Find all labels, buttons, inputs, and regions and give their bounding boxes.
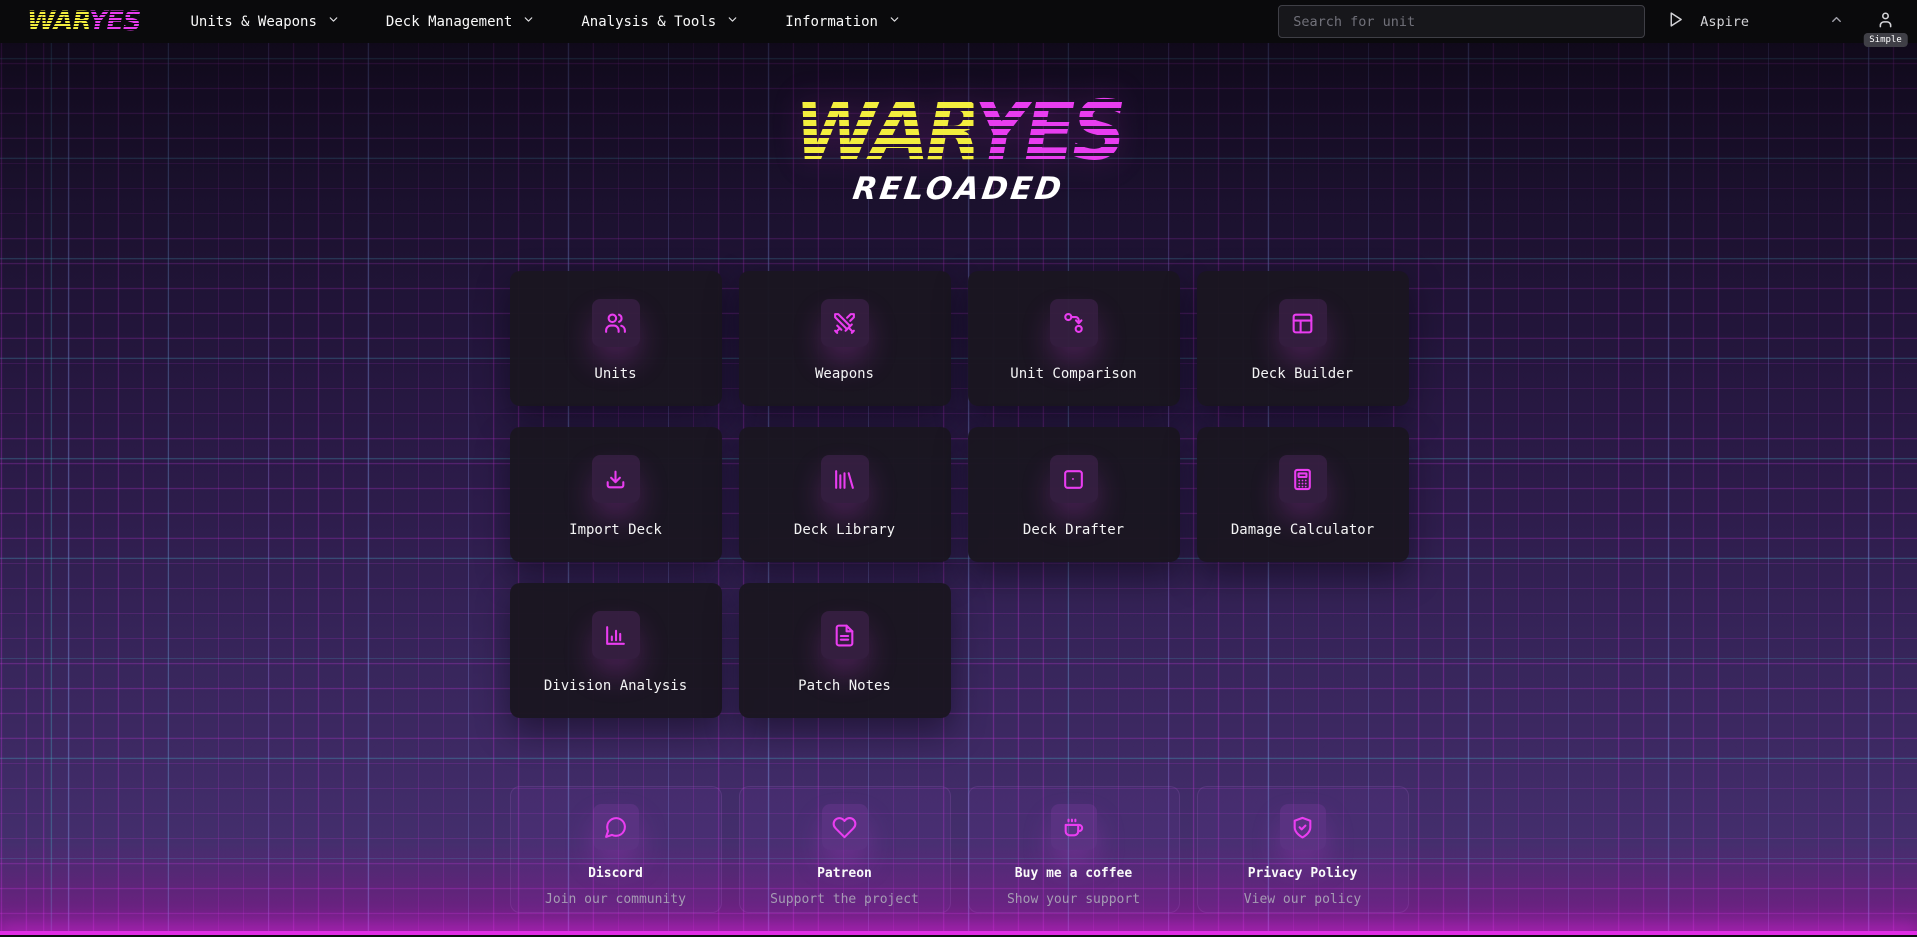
hero: WARYES RELOADED [0, 101, 1917, 207]
link-subtitle: Support the project [770, 892, 919, 907]
card-icon-box [821, 299, 869, 347]
link-icon-box [822, 804, 868, 850]
card-label: Unit Comparison [1010, 366, 1136, 382]
card-units[interactable]: Units [510, 271, 722, 406]
main-menu: Units & Weapons Deck Management Analysis… [190, 13, 900, 30]
menu-information[interactable]: Information [785, 13, 901, 30]
card-label: Deck Library [794, 522, 895, 538]
user-icon [1876, 10, 1895, 33]
tools-grid: Units Weapons Unit Comparison Deck Build… [510, 271, 1408, 718]
card-label: Deck Drafter [1023, 522, 1124, 538]
card-label: Deck Builder [1252, 366, 1353, 382]
chevron-down-icon [726, 13, 739, 30]
link-subtitle: Show your support [1007, 892, 1140, 907]
card-icon-box [592, 611, 640, 659]
navbar: WARYES Units & Weapons Deck Management A… [0, 0, 1917, 43]
card-icon-box [1279, 299, 1327, 347]
menu-analysis-tools[interactable]: Analysis & Tools [581, 13, 739, 30]
link-subtitle: Join our community [545, 892, 686, 907]
link-title: Buy me a coffee [1015, 866, 1132, 881]
menu-label: Information [785, 14, 878, 30]
speech-bubble-icon [603, 815, 628, 840]
layout-table-icon [1290, 311, 1315, 336]
card-label: Weapons [815, 366, 874, 382]
search-input[interactable] [1278, 5, 1645, 38]
link-title: Privacy Policy [1248, 866, 1358, 881]
card-icon-box [821, 455, 869, 503]
heart-icon [832, 815, 857, 840]
hero-logo: WARYES [794, 101, 1122, 163]
card-label: Units [594, 366, 636, 382]
bar-chart-icon [603, 623, 628, 648]
card-deck-library[interactable]: Deck Library [739, 427, 951, 562]
link-icon-box [593, 804, 639, 850]
git-compare-icon [1061, 311, 1086, 336]
link-title: Discord [588, 866, 643, 881]
menu-label: Units & Weapons [190, 14, 316, 30]
main-content: WARYES RELOADED Units Weapons Unit Compa… [0, 101, 1917, 913]
card-icon-box [1050, 455, 1098, 503]
chevron-up-button[interactable] [1829, 12, 1844, 31]
link-discord[interactable]: Discord Join our community [510, 786, 722, 913]
link-icon-box [1280, 804, 1326, 850]
hero-logo-war: WAR [794, 84, 973, 179]
card-patch-notes[interactable]: Patch Notes [739, 583, 951, 718]
card-icon-box [1279, 455, 1327, 503]
card-division-analysis[interactable]: Division Analysis [510, 583, 722, 718]
chevron-down-icon [327, 13, 340, 30]
link-title: Patreon [817, 866, 872, 881]
hero-logo-yes: YES [973, 84, 1122, 179]
chevron-up-icon [1829, 12, 1844, 31]
chevron-down-icon [522, 13, 535, 30]
coffee-cup-icon [1061, 815, 1086, 840]
play-icon [1667, 11, 1684, 32]
logo-war-text: WAR [27, 6, 89, 37]
mod-label: Aspire [1700, 14, 1749, 30]
card-import-deck[interactable]: Import Deck [510, 427, 722, 562]
card-icon-box [821, 611, 869, 659]
card-label: Patch Notes [798, 678, 891, 694]
card-unit-comparison[interactable]: Unit Comparison [968, 271, 1180, 406]
hero-subtitle: RELOADED [0, 171, 1917, 207]
users-icon [603, 311, 628, 336]
link-buy-me-a-coffee[interactable]: Buy me a coffee Show your support [968, 786, 1180, 913]
calculator-icon [1290, 467, 1315, 492]
menu-label: Analysis & Tools [581, 14, 716, 30]
link-icon-box [1051, 804, 1097, 850]
card-icon-box [1050, 299, 1098, 347]
user-tooltip: Simple [1863, 33, 1908, 47]
card-label: Import Deck [569, 522, 662, 538]
card-weapons[interactable]: Weapons [739, 271, 951, 406]
link-privacy-policy[interactable]: Privacy Policy View our policy [1197, 786, 1409, 913]
shield-check-icon [1290, 815, 1315, 840]
card-icon-box [592, 455, 640, 503]
crossed-swords-icon [832, 311, 857, 336]
link-subtitle: View our policy [1244, 892, 1361, 907]
card-label: Damage Calculator [1231, 522, 1374, 538]
card-deck-drafter[interactable]: Deck Drafter [968, 427, 1180, 562]
file-text-icon [832, 623, 857, 648]
logo-yes-text: YES [89, 6, 141, 37]
card-icon-box [592, 299, 640, 347]
library-icon [832, 467, 857, 492]
menu-units-weapons[interactable]: Units & Weapons [190, 13, 339, 30]
dice-one-icon [1061, 467, 1086, 492]
mod-selector[interactable]: Aspire [1667, 11, 1749, 32]
menu-deck-management[interactable]: Deck Management [386, 13, 535, 30]
card-label: Division Analysis [544, 678, 687, 694]
external-links-grid: Discord Join our community Patreon Suppo… [510, 786, 1408, 913]
user-menu-button[interactable]: Simple [1876, 10, 1895, 33]
card-deck-builder[interactable]: Deck Builder [1197, 271, 1409, 406]
card-damage-calculator[interactable]: Damage Calculator [1197, 427, 1409, 562]
navbar-logo[interactable]: WARYES [27, 8, 141, 35]
chevron-down-icon [888, 13, 901, 30]
menu-label: Deck Management [386, 14, 512, 30]
download-icon [603, 467, 628, 492]
link-patreon[interactable]: Patreon Support the project [739, 786, 951, 913]
